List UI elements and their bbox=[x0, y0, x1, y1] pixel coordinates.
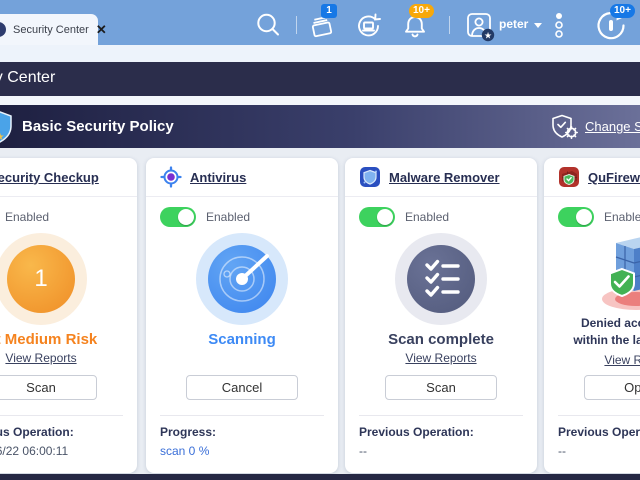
scanning-circle bbox=[196, 233, 288, 325]
card-title[interactable]: Malware Remover bbox=[389, 170, 500, 185]
window-titlebar: Security Center bbox=[0, 62, 640, 96]
alerts-badge: 10+ bbox=[409, 4, 434, 18]
malware-remover-icon bbox=[359, 166, 381, 188]
cancel-button[interactable]: Cancel bbox=[186, 375, 298, 400]
card-title[interactable]: QuFirewall bbox=[588, 170, 640, 185]
card-title[interactable]: Antivirus bbox=[190, 170, 246, 185]
tab-title: Security Center bbox=[13, 24, 89, 36]
desktop: Security Center ✕ 1 10+ bbox=[0, 0, 640, 480]
security-shield-icon: ★ bbox=[0, 110, 14, 144]
antivirus-icon bbox=[160, 166, 182, 188]
toggle-label: Enabled bbox=[5, 210, 49, 224]
enabled-toggle[interactable] bbox=[558, 207, 594, 227]
tasks-badge: 1 bbox=[321, 4, 337, 18]
meta-value: scan 0 % bbox=[160, 444, 324, 458]
qufirewall-icon bbox=[558, 166, 580, 188]
card-antivirus: Antivirus Enabled bbox=[146, 158, 338, 473]
svg-text:★: ★ bbox=[484, 30, 492, 40]
change-settings-icon[interactable] bbox=[550, 113, 580, 141]
open-button[interactable]: Open bbox=[584, 375, 640, 400]
card-divider bbox=[359, 415, 523, 416]
meta-label: Progress: bbox=[160, 425, 324, 439]
toggle-label: Enabled bbox=[604, 210, 640, 224]
enabled-toggle[interactable] bbox=[359, 207, 395, 227]
view-reports-link[interactable]: View Reports bbox=[405, 351, 476, 367]
checklist-icon bbox=[407, 245, 475, 313]
window-substrip bbox=[0, 96, 640, 105]
risk-count: 1 bbox=[34, 265, 47, 293]
toggle-label: Enabled bbox=[206, 210, 250, 224]
tab-close-icon[interactable]: ✕ bbox=[96, 23, 107, 36]
meta-label: Previous Operation: bbox=[558, 425, 640, 439]
card-divider bbox=[558, 415, 640, 416]
card-divider bbox=[0, 415, 123, 416]
status-text: Scan complete bbox=[388, 331, 494, 348]
meta-value: 2023/06/22 06:00:11 bbox=[0, 444, 123, 458]
tab-security-center[interactable]: Security Center ✕ bbox=[0, 14, 98, 45]
card-security-checkup: Security Checkup Enabled 1 At Medium Ris… bbox=[0, 158, 137, 473]
tab-strip bbox=[0, 45, 640, 62]
sync-icon[interactable] bbox=[352, 10, 386, 42]
status-text: Scanning bbox=[208, 331, 276, 348]
meta-label: Previous Operation: bbox=[0, 425, 123, 439]
more-menu-icon[interactable] bbox=[552, 12, 566, 40]
scan-button[interactable]: Scan bbox=[385, 375, 497, 400]
card-divider bbox=[160, 415, 324, 416]
svg-text:★: ★ bbox=[0, 132, 5, 143]
firewall-illustration bbox=[592, 229, 640, 313]
topbar-divider bbox=[449, 16, 450, 34]
topbar-divider bbox=[296, 16, 297, 34]
policy-title: Basic Security Policy bbox=[22, 118, 174, 135]
window-title: Security Center bbox=[0, 69, 55, 87]
enabled-toggle[interactable] bbox=[160, 207, 196, 227]
scan-button[interactable]: Scan bbox=[0, 375, 97, 400]
radar-icon bbox=[208, 245, 276, 313]
risk-circle: 1 bbox=[0, 233, 87, 325]
meta-value: -- bbox=[558, 444, 640, 458]
view-reports-link[interactable]: View Reports bbox=[604, 353, 640, 369]
meta-label: Previous Operation: bbox=[359, 425, 523, 439]
change-settings-link[interactable]: Change Settings bbox=[585, 119, 640, 134]
policy-banner: ★ Basic Security Policy Change Settings bbox=[0, 105, 640, 148]
meta-value: -- bbox=[359, 444, 523, 458]
search-icon[interactable] bbox=[252, 9, 284, 41]
status-text: At Medium Risk bbox=[0, 331, 97, 348]
window-footer bbox=[0, 474, 640, 480]
card-malware-remover: Malware Remover Enabled bbox=[345, 158, 537, 473]
status-text: Denied access times within the last 24 h… bbox=[564, 315, 640, 350]
toggle-label: Enabled bbox=[405, 210, 449, 224]
user-account-icon[interactable]: ★ bbox=[463, 11, 497, 43]
card-title[interactable]: Security Checkup bbox=[0, 170, 99, 185]
card-qufirewall: QuFirewall Enabled Denied access times w… bbox=[544, 158, 640, 473]
cards-area: Security Checkup Enabled 1 At Medium Ris… bbox=[0, 148, 640, 474]
tab-app-icon bbox=[0, 22, 6, 37]
view-reports-link[interactable]: View Reports bbox=[5, 351, 76, 367]
complete-circle bbox=[395, 233, 487, 325]
user-name[interactable]: peter bbox=[499, 17, 528, 31]
monitor-badge: 10+ bbox=[610, 4, 635, 18]
user-caret-icon[interactable] bbox=[534, 23, 542, 28]
